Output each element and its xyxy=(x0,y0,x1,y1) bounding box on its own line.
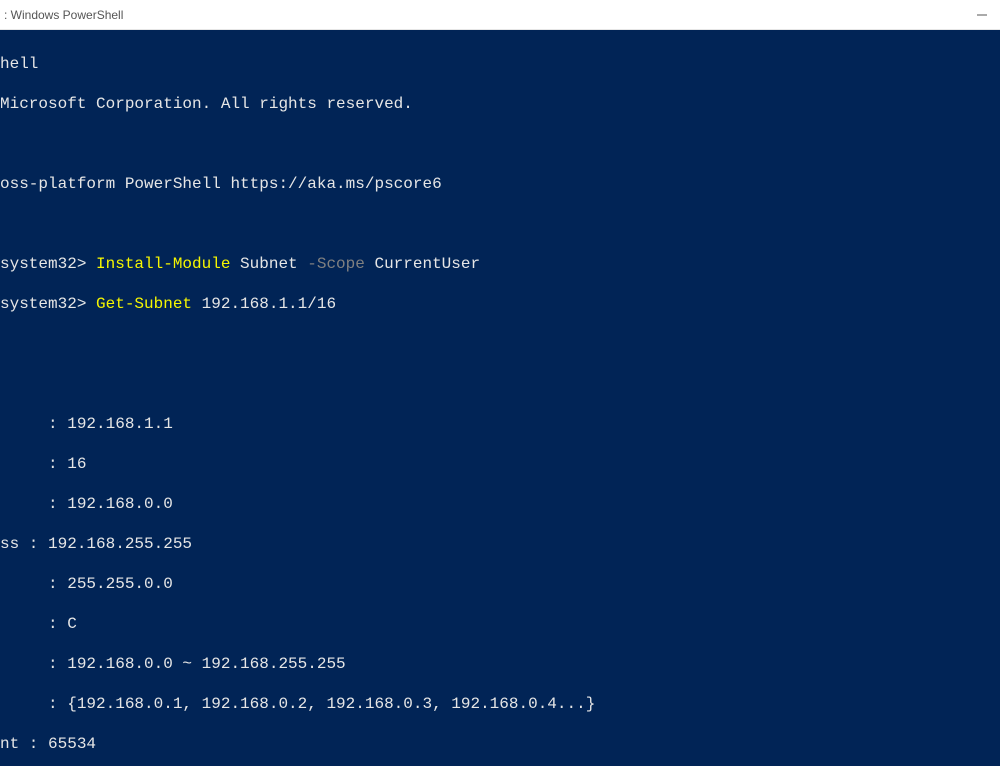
terminal-output[interactable]: hell Microsoft Corporation. All rights r… xyxy=(0,30,1000,766)
prompt-path: system32 xyxy=(0,255,77,273)
output-line: hell xyxy=(0,54,1000,74)
prompt-line: system32> Get-Subnet 192.168.1.1/16 xyxy=(0,294,1000,314)
output-line: nt : 65534 xyxy=(0,734,1000,754)
output-line: : 192.168.0.0 xyxy=(0,494,1000,514)
prompt-line: system32> Install-Module Subnet -Scope C… xyxy=(0,254,1000,274)
cmdlet-name: Get-Subnet xyxy=(96,295,192,313)
minimize-icon[interactable] xyxy=(972,5,992,25)
output-line: : C xyxy=(0,614,1000,634)
cmd-argument: 192.168.1.1/16 xyxy=(192,295,336,313)
cmd-argument: Subnet xyxy=(230,255,307,273)
powershell-window: : Windows PowerShell hell Microsoft Corp… xyxy=(0,0,1000,766)
output-line: Microsoft Corporation. All rights reserv… xyxy=(0,94,1000,114)
titlebar[interactable]: : Windows PowerShell xyxy=(0,0,1000,30)
cmdlet-name: Install-Module xyxy=(96,255,230,273)
prompt-path: system32 xyxy=(0,295,77,313)
output-line: : 255.255.0.0 xyxy=(0,574,1000,594)
output-line: oss-platform PowerShell https://aka.ms/p… xyxy=(0,174,1000,194)
window-title: : Windows PowerShell xyxy=(0,8,123,22)
output-line: ss : 192.168.255.255 xyxy=(0,534,1000,554)
output-line: : 192.168.0.0 ~ 192.168.255.255 xyxy=(0,654,1000,674)
output-line: : 16 xyxy=(0,454,1000,474)
prompt-sep: > xyxy=(77,255,96,273)
output-line: : 192.168.1.1 xyxy=(0,414,1000,434)
window-controls xyxy=(972,5,992,25)
output-line: : {192.168.0.1, 192.168.0.2, 192.168.0.3… xyxy=(0,694,1000,714)
cmd-argument: CurrentUser xyxy=(365,255,480,273)
prompt-sep: > xyxy=(77,295,96,313)
cmd-parameter: -Scope xyxy=(307,255,365,273)
